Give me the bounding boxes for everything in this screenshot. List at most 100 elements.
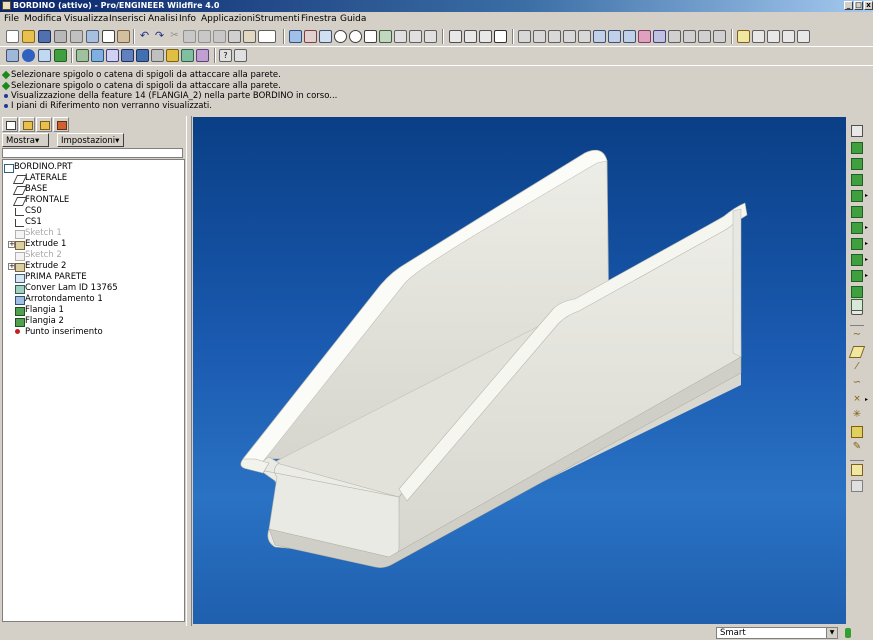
menu-info[interactable]: Info xyxy=(179,14,196,24)
datum-axes-icon[interactable] xyxy=(533,30,546,43)
repaint-icon[interactable] xyxy=(289,30,302,43)
pencil-icon[interactable]: ✎ xyxy=(851,442,863,454)
panel-splitter[interactable] xyxy=(186,116,192,626)
show-menu-button[interactable]: Mostra▾ xyxy=(2,133,49,147)
spin-center-icon[interactable] xyxy=(304,30,317,43)
tree-item[interactable]: BASE xyxy=(12,184,47,195)
chevron-right-icon[interactable]: ▸ xyxy=(865,257,869,263)
tree-item[interactable]: Flangia 2 xyxy=(15,316,64,327)
coord-system-tool-icon[interactable] xyxy=(797,30,810,43)
menu-visualizza[interactable]: Visualizza xyxy=(64,14,108,24)
minimize-button[interactable]: _ xyxy=(844,1,853,10)
tab-favorites[interactable] xyxy=(36,117,52,132)
print-icon[interactable] xyxy=(54,30,67,43)
flatten-form-icon[interactable] xyxy=(851,286,863,298)
tree-item[interactable]: Flangia 1 xyxy=(15,305,64,316)
selection-filter-dropdown[interactable]: Smart ▼ xyxy=(716,627,838,639)
shading-icon[interactable] xyxy=(494,30,507,43)
menu-file[interactable]: File xyxy=(4,14,19,24)
tab-model-tree[interactable] xyxy=(2,117,18,132)
rib-tool-icon[interactable] xyxy=(106,49,119,62)
bend-back-icon[interactable] xyxy=(851,222,863,234)
paste-special-icon[interactable] xyxy=(213,30,226,43)
selection-box-icon[interactable] xyxy=(258,30,276,43)
saved-views-icon[interactable] xyxy=(394,30,407,43)
flange-wall-icon[interactable] xyxy=(851,158,863,170)
wireframe-icon[interactable] xyxy=(449,30,462,43)
datum-point-tool-icon[interactable] xyxy=(782,30,795,43)
zoom-in-icon[interactable] xyxy=(334,30,347,43)
chevron-right-icon[interactable]: ▸ xyxy=(865,241,869,247)
web-back-icon[interactable] xyxy=(6,49,19,62)
copy-paste-icon[interactable] xyxy=(851,480,863,492)
refit-icon[interactable] xyxy=(364,30,377,43)
form-icon[interactable] xyxy=(851,270,863,282)
sketch-tool-icon[interactable]: ∼ xyxy=(851,330,863,342)
maximize-button[interactable]: □ xyxy=(854,1,863,10)
menu-inserisci[interactable]: Inserisci xyxy=(109,14,146,24)
menu-strumenti[interactable]: Strumenti xyxy=(255,14,300,24)
hole-tool-icon[interactable] xyxy=(76,49,89,62)
coord-systems-icon[interactable] xyxy=(563,30,576,43)
datum-point-icon[interactable]: × xyxy=(851,394,863,406)
redo-icon[interactable]: ↷ xyxy=(153,30,166,43)
reorient-icon[interactable] xyxy=(379,30,392,43)
tree-filter-field[interactable] xyxy=(2,148,183,158)
tree-item[interactable]: FRONTALE xyxy=(12,195,69,206)
chevron-right-icon[interactable]: ▸ xyxy=(865,225,869,231)
extrude-wall-icon[interactable] xyxy=(851,174,863,186)
flat-pattern-tool-icon[interactable] xyxy=(851,299,863,311)
tab-folder-browser[interactable] xyxy=(19,117,35,132)
light-bulb-icon[interactable] xyxy=(166,49,179,62)
help-pointer-icon[interactable]: ? xyxy=(219,49,232,62)
sheet-metal-convert-icon[interactable] xyxy=(851,125,863,137)
sheet-metal-part-model[interactable] xyxy=(193,117,846,624)
graphics-viewport[interactable] xyxy=(193,117,846,624)
settings-menu-button[interactable]: Impostazioni▾ xyxy=(57,133,124,147)
save-icon[interactable] xyxy=(38,30,51,43)
rip-icon[interactable] xyxy=(851,238,863,250)
tree-item[interactable]: Punto inserimento xyxy=(15,327,103,338)
note-icon[interactable] xyxy=(851,464,863,476)
chamfer-tool-icon[interactable] xyxy=(151,49,164,62)
chevron-right-icon[interactable]: ▸ xyxy=(865,193,869,199)
tree-item[interactable]: BORDINO.PRT xyxy=(4,162,72,173)
flat-wall-icon[interactable] xyxy=(851,142,863,154)
regenerate-icon[interactable] xyxy=(228,30,241,43)
context-help-icon[interactable] xyxy=(234,49,247,62)
view-manager-icon[interactable] xyxy=(424,30,437,43)
mirror-icon[interactable] xyxy=(196,49,209,62)
tree-item[interactable]: LATERALE xyxy=(12,173,67,184)
rename-icon[interactable] xyxy=(117,30,130,43)
bend-icon[interactable] xyxy=(851,190,863,202)
annotations-icon[interactable] xyxy=(578,30,591,43)
web-home-icon[interactable] xyxy=(38,49,51,62)
tree-item[interactable]: CS0 xyxy=(15,206,42,217)
cut-icon[interactable]: ✂ xyxy=(168,30,181,43)
menu-finestra[interactable]: Finestra xyxy=(301,14,337,24)
model-tree-icon[interactable] xyxy=(653,30,666,43)
datum-axis-icon[interactable]: ⁄ xyxy=(851,362,863,374)
zoom-out-icon[interactable] xyxy=(349,30,362,43)
web-forward-icon[interactable] xyxy=(54,49,67,62)
pattern-icon[interactable] xyxy=(181,49,194,62)
undo-icon[interactable]: ↶ xyxy=(138,30,151,43)
open-folder-icon[interactable] xyxy=(22,30,35,43)
expand-icon[interactable]: + xyxy=(8,241,15,248)
paste-icon[interactable] xyxy=(198,30,211,43)
no-hidden-icon[interactable] xyxy=(479,30,492,43)
section-icon[interactable] xyxy=(668,30,681,43)
tree-item[interactable]: Sketch 1 xyxy=(15,228,62,239)
tree-item[interactable]: Conver Lam ID 13765 xyxy=(15,283,118,294)
menu-modifica[interactable]: Modifica xyxy=(24,14,62,24)
hidden-line-icon[interactable] xyxy=(464,30,477,43)
draft-tool-icon[interactable] xyxy=(121,49,134,62)
round-tool-icon[interactable] xyxy=(136,49,149,62)
globe-icon[interactable] xyxy=(22,49,35,62)
tree-item[interactable]: CS1 xyxy=(15,217,42,228)
tab-connections[interactable] xyxy=(53,117,69,132)
search-tool-icon[interactable] xyxy=(243,30,256,43)
expand-icon[interactable]: + xyxy=(8,263,15,270)
datum-points-icon[interactable] xyxy=(548,30,561,43)
datum-curve-icon[interactable]: ∽ xyxy=(851,378,863,390)
